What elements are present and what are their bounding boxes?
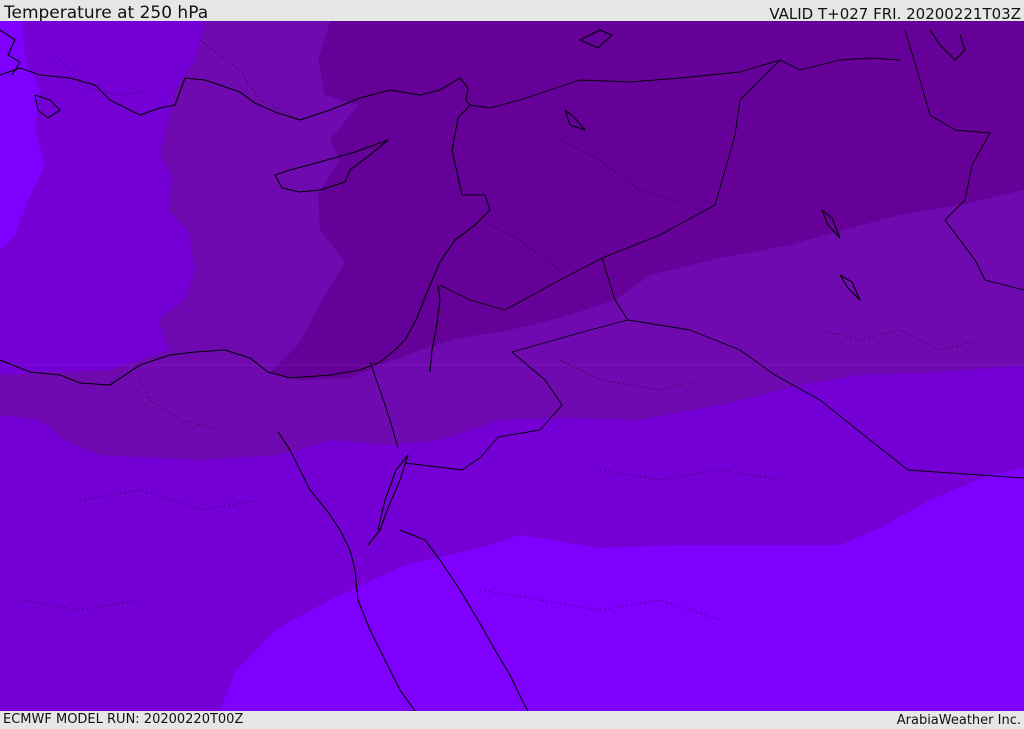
footer-bar: ECMWF MODEL RUN: 20200220T00Z ArabiaWeat… (0, 711, 1024, 729)
temperature-map (0, 21, 1024, 711)
map-frame: Temperature at 250 hPa VALID T+027 FRI. … (0, 0, 1024, 729)
map-title: Temperature at 250 hPa (4, 3, 209, 23)
model-run-label: ECMWF MODEL RUN: 20200220T00Z (3, 712, 244, 727)
header-bar: Temperature at 250 hPa VALID T+027 FRI. … (0, 0, 1024, 23)
credit-label: ArabiaWeather Inc. (896, 713, 1021, 728)
